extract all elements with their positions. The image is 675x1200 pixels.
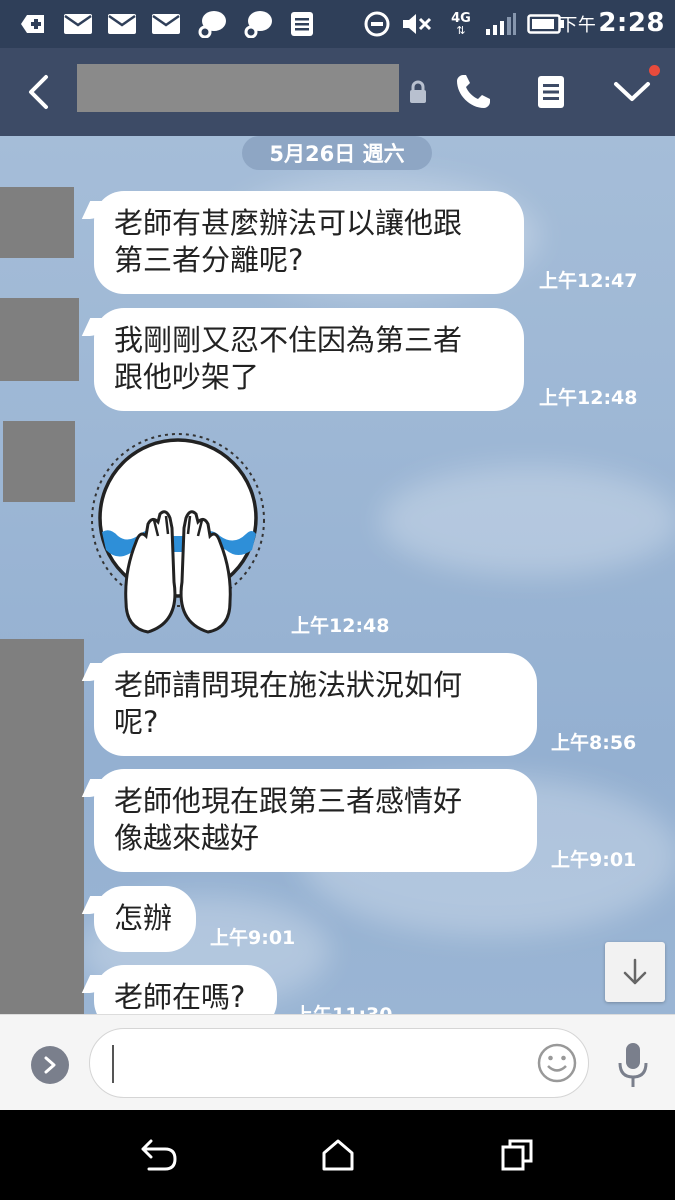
- avatar[interactable]: [0, 187, 74, 258]
- message-bubble[interactable]: 老師請問現在施法狀況如何 呢?: [94, 653, 537, 756]
- chevron-left-icon: [29, 75, 48, 109]
- chevron-right-icon: [44, 1056, 56, 1074]
- message-time: 上午9:01: [210, 927, 296, 949]
- clock-ampm: 下午: [559, 15, 597, 36]
- lock-icon: [404, 48, 432, 136]
- smiley-icon: [537, 1043, 577, 1083]
- message-text: 老師在嗎?: [114, 980, 246, 1014]
- mail-icon: [150, 10, 182, 38]
- avatar[interactable]: [0, 639, 84, 1014]
- call-button[interactable]: [448, 48, 498, 136]
- note-icon: [538, 76, 564, 108]
- back-icon: [141, 1139, 177, 1171]
- line-chat-icon: [242, 10, 274, 38]
- scroll-to-bottom-button[interactable]: [605, 942, 665, 1002]
- message-input-bar: [0, 1014, 675, 1111]
- add-box-icon: [16, 10, 48, 38]
- mail-icon: [106, 10, 138, 38]
- message-time: 上午11:30: [294, 1000, 392, 1014]
- message-text: 老師請問現在施法狀況如何 呢?: [114, 668, 463, 739]
- recents-icon: [501, 1139, 533, 1171]
- message-time: 上午12:48: [539, 387, 638, 409]
- mail-icon: [62, 10, 94, 38]
- message-time: 上午9:01: [551, 849, 637, 871]
- text-cursor: [112, 1045, 114, 1083]
- phone-icon: [457, 75, 490, 108]
- message-time: 上午8:56: [551, 732, 637, 754]
- chat-header: [0, 48, 675, 136]
- back-button[interactable]: [14, 48, 62, 136]
- line-chat-icon: [196, 10, 228, 38]
- message-bubble[interactable]: 怎辦: [94, 886, 196, 952]
- nav-back-button[interactable]: [134, 1130, 184, 1180]
- avatar[interactable]: [0, 298, 79, 381]
- message-bubble[interactable]: 老師有甚麼辦法可以讓他跟 第三者分離呢?: [94, 191, 524, 294]
- chevron-down-icon: [614, 82, 650, 101]
- do-not-disturb-icon: [362, 10, 392, 38]
- message-text: 老師有甚麼辦法可以讓他跟 第三者分離呢?: [114, 206, 463, 277]
- message-text: 老師他現在跟第三者感情好 像越來越好: [114, 784, 463, 855]
- clock: 下午2:28: [559, 8, 665, 38]
- voice-button[interactable]: [614, 1041, 652, 1091]
- avatar[interactable]: [3, 421, 75, 502]
- nav-recents-button[interactable]: [492, 1130, 542, 1180]
- notification-dot: [649, 65, 660, 76]
- message-bubble[interactable]: 老師他現在跟第三者感情好 像越來越好: [94, 769, 537, 872]
- message-time: 上午12:48: [291, 615, 390, 637]
- nav-home-button[interactable]: [313, 1130, 363, 1180]
- signal-icon: [484, 10, 518, 38]
- system-nav-bar: [0, 1110, 675, 1200]
- clock-time: 2:28: [598, 8, 665, 38]
- notes-button[interactable]: [526, 48, 576, 136]
- notes-icon: [288, 10, 316, 38]
- message-bubble[interactable]: 老師在嗎?: [94, 965, 277, 1014]
- arrow-down-icon: [623, 958, 647, 985]
- message-time: 上午12:47: [539, 270, 638, 292]
- chat-title-redacted[interactable]: [77, 64, 399, 112]
- microphone-icon: [618, 1043, 648, 1087]
- message-text: 怎辦: [114, 901, 173, 935]
- network-4g-icon: 4G ⇅: [451, 11, 471, 37]
- chat-area[interactable]: 5月26日 週六 老師有甚麼辦法可以讓他跟 第三者分離呢? 上午12:47 我剛…: [0, 136, 675, 1014]
- expand-button[interactable]: [31, 1046, 69, 1084]
- date-separator: 5月26日 週六: [242, 136, 432, 170]
- message-input[interactable]: [89, 1028, 589, 1098]
- crying-sticker[interactable]: [88, 432, 274, 642]
- message-bubble[interactable]: 我剛剛又忍不住因為第三者 跟他吵架了: [94, 308, 524, 411]
- menu-button[interactable]: [604, 48, 660, 136]
- mute-icon: [400, 10, 434, 38]
- message-text: 我剛剛又忍不住因為第三者 跟他吵架了: [114, 323, 463, 394]
- home-icon: [322, 1139, 354, 1171]
- status-bar: 4G ⇅ 下午2:28: [0, 0, 675, 48]
- emoji-button[interactable]: [536, 1042, 578, 1084]
